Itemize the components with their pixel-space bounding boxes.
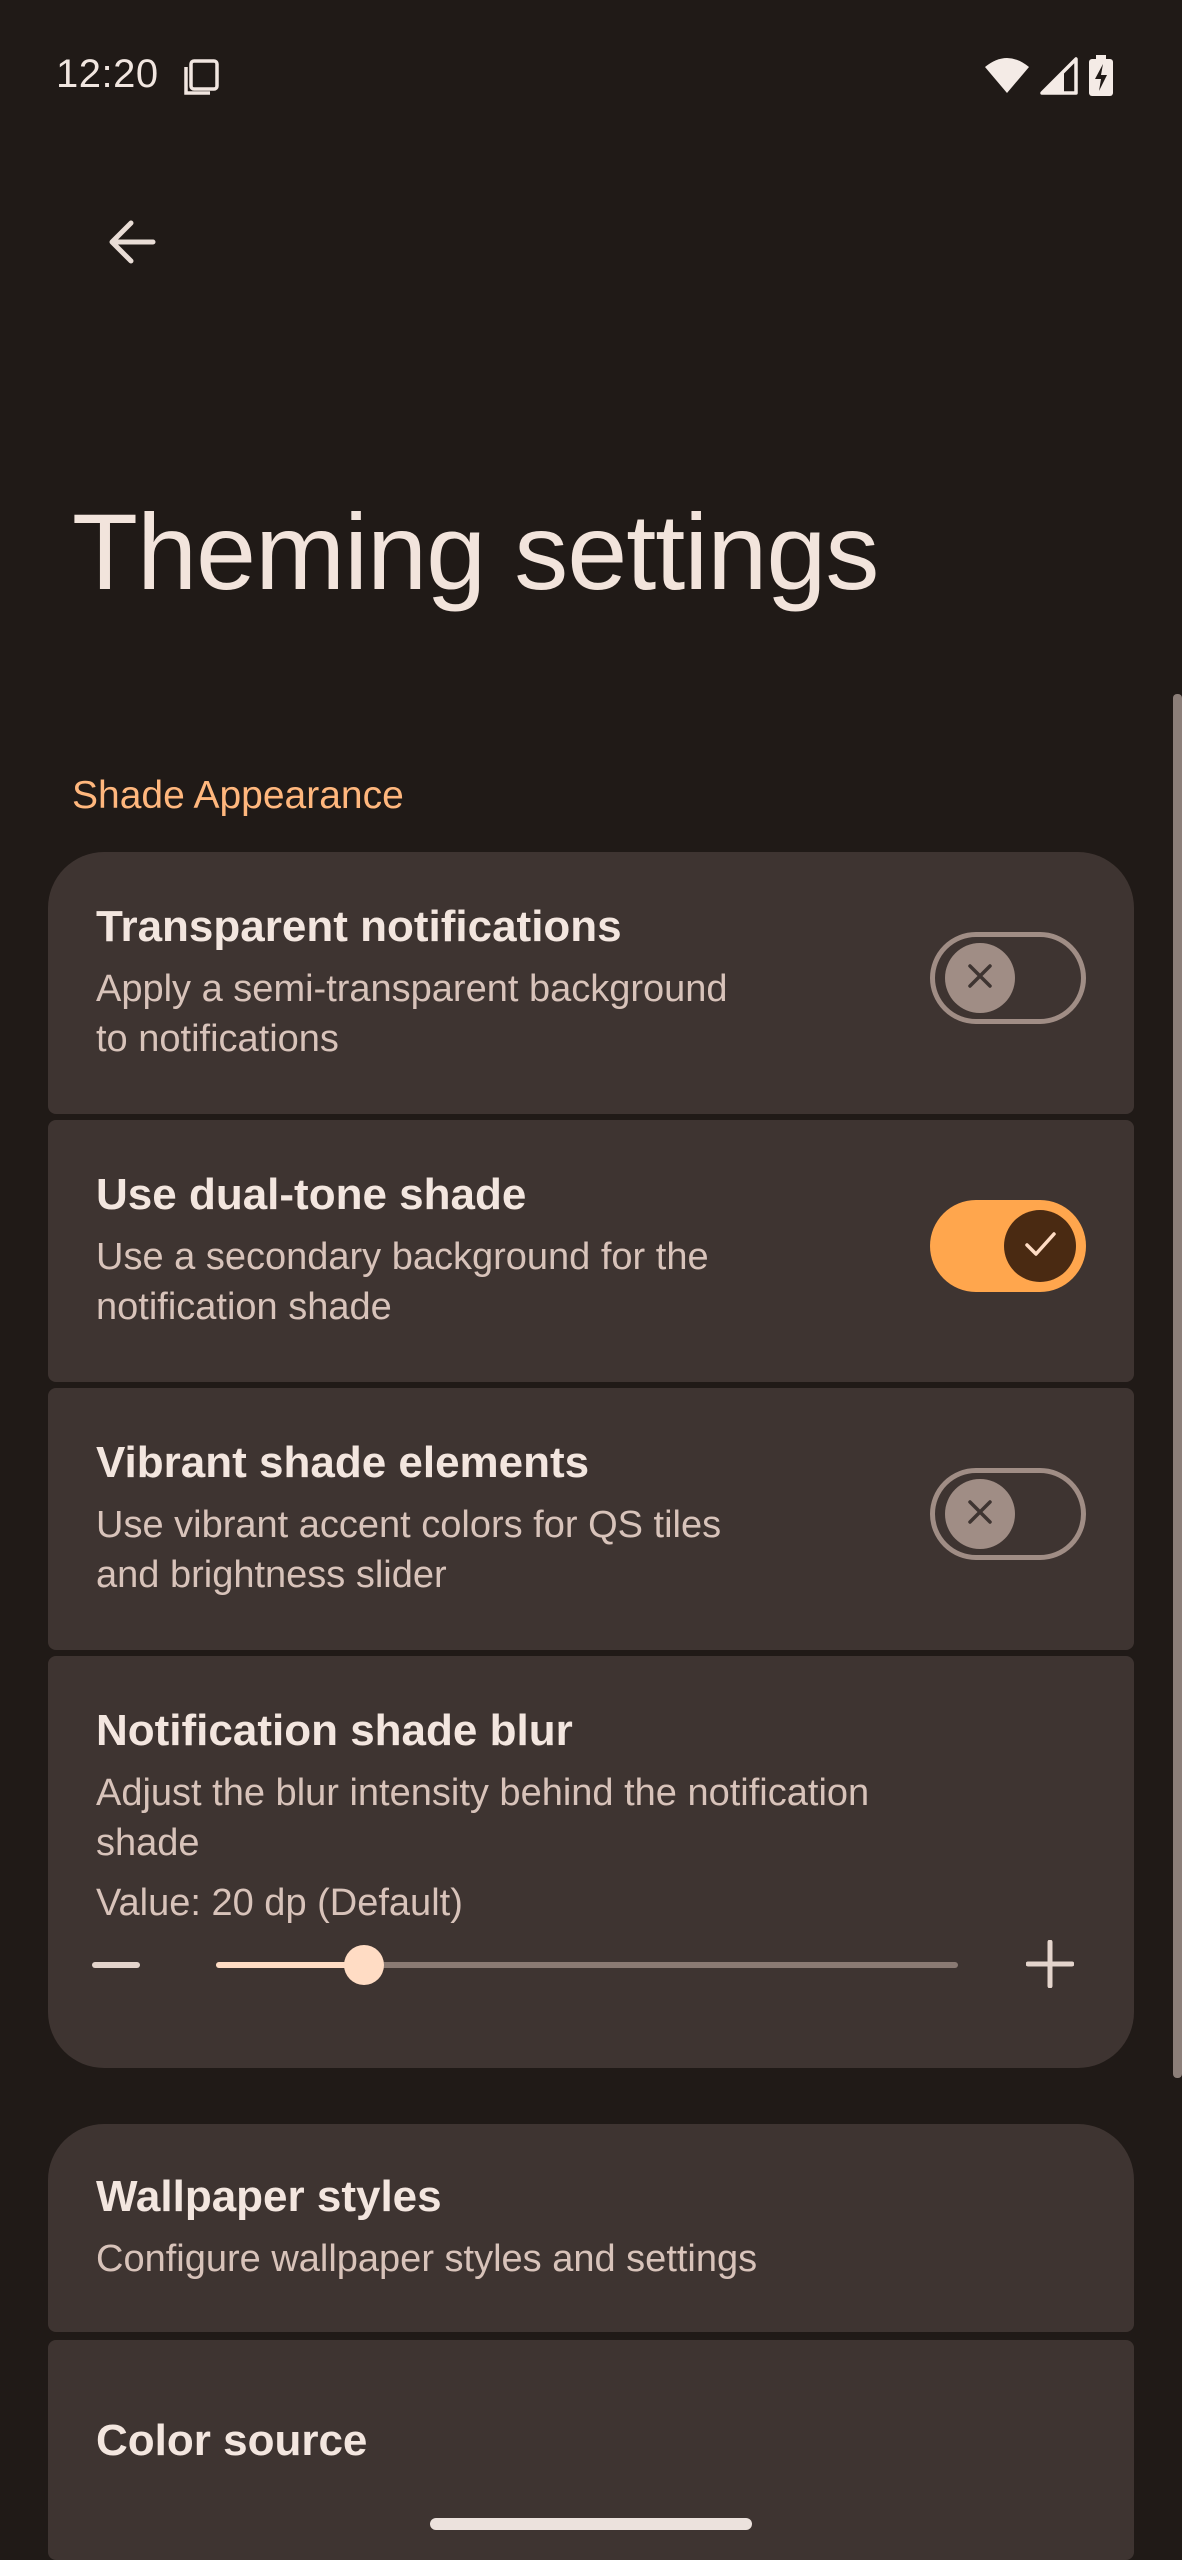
cell-signal-icon: [1040, 56, 1078, 100]
setting-title: Vibrant shade elements: [96, 1438, 590, 1487]
slider-thumb[interactable]: [344, 1945, 385, 1985]
setting-wallpaper-styles[interactable]: Wallpaper styles Configure wallpaper sty…: [48, 2124, 1134, 2332]
setting-summary: Use vibrant accent colors for QS tiles a…: [96, 1504, 722, 1596]
setting-title: Transparent notifications: [96, 902, 622, 951]
arrow-back-icon: [105, 215, 159, 274]
blur-slider[interactable]: [216, 1945, 958, 1985]
status-time: 12:20: [56, 52, 159, 96]
transparent-notifications-switch[interactable]: [930, 932, 1086, 1024]
dual-tone-shade-switch[interactable]: [930, 1200, 1086, 1292]
check-icon: [1021, 1225, 1059, 1268]
setting-summary: Adjust the blur intensity behind the not…: [96, 1772, 870, 1864]
setting-title: Color source: [96, 2416, 368, 2465]
setting-transparent-notifications[interactable]: Transparent notifications Apply a semi-t…: [48, 852, 1134, 1114]
switch-thumb: [1004, 1210, 1076, 1282]
switch-thumb: [945, 1479, 1015, 1549]
switch-thumb: [945, 943, 1015, 1013]
screenshot-icon: [182, 58, 220, 96]
setting-title: Use dual-tone shade: [96, 1170, 527, 1219]
gesture-nav-handle[interactable]: [430, 2518, 752, 2530]
increase-button[interactable]: [1025, 1939, 1075, 1989]
battery-charging-icon: [1088, 54, 1114, 102]
back-button[interactable]: [88, 200, 176, 288]
setting-vibrant-shade-elements[interactable]: Vibrant shade elements Use vibrant accen…: [48, 1388, 1134, 1650]
plus-icon: [1025, 1939, 1075, 1992]
close-icon: [964, 1496, 996, 1533]
slider-value-text: Value: 20 dp (Default): [96, 1882, 463, 1924]
setting-summary: Configure wallpaper styles and settings: [96, 2238, 758, 2280]
setting-title: Wallpaper styles: [96, 2172, 442, 2221]
status-icons: [984, 54, 1114, 102]
wifi-icon: [984, 57, 1030, 100]
setting-title: Notification shade blur: [96, 1706, 573, 1755]
page-title: Theming settings: [72, 491, 879, 612]
scrollbar[interactable]: [1173, 694, 1182, 2078]
setting-dual-tone-shade[interactable]: Use dual-tone shade Use a secondary back…: [48, 1120, 1134, 1382]
setting-notification-shade-blur: Notification shade blur Adjust the blur …: [48, 1656, 1134, 2068]
section-header-shade-appearance: Shade Appearance: [72, 774, 404, 817]
slider-fill: [216, 1962, 365, 1968]
decrease-button[interactable]: [92, 1962, 140, 1968]
setting-summary: Apply a semi-transparent background to n…: [96, 968, 728, 1060]
close-icon: [964, 960, 996, 997]
setting-summary: Use a secondary background for the notif…: [96, 1236, 709, 1328]
vibrant-shade-switch[interactable]: [930, 1468, 1086, 1560]
